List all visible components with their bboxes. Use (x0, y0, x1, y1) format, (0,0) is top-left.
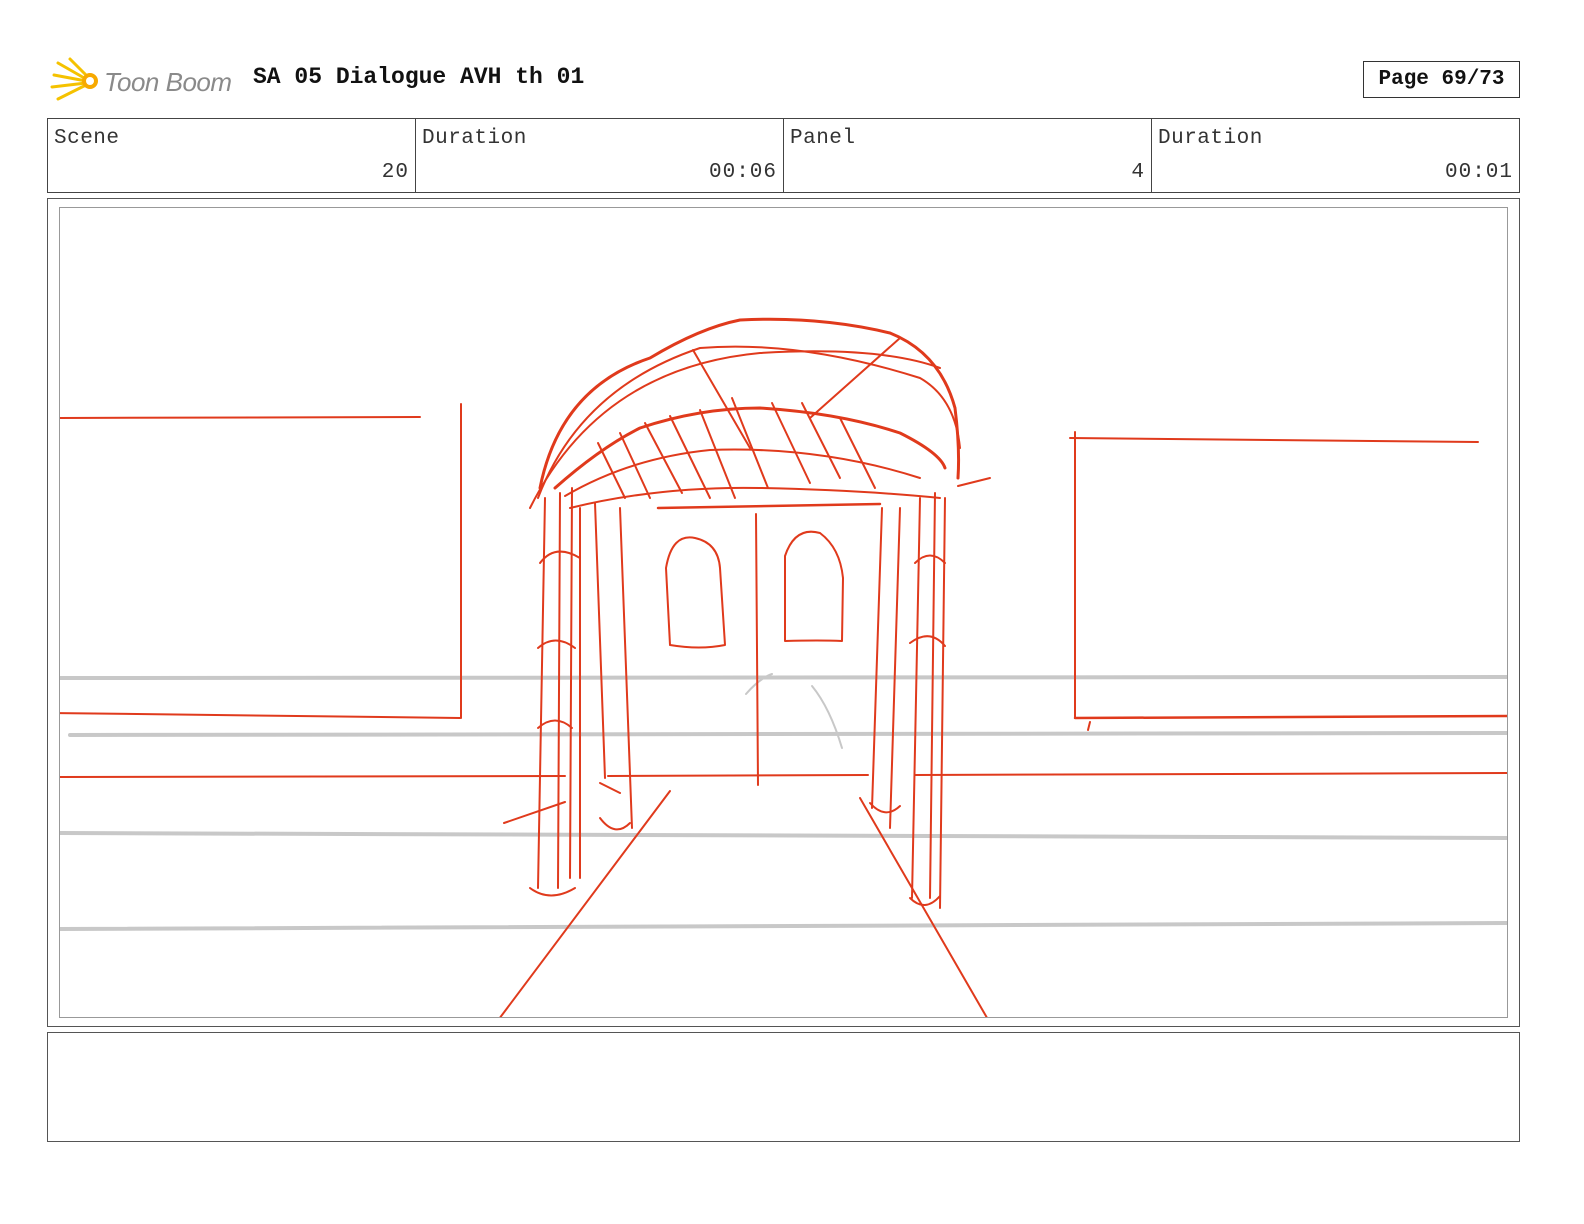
page-indicator: Page 69/73 (1363, 61, 1520, 98)
panel-safe-area (59, 207, 1508, 1018)
scene-duration-value: 00:06 (708, 161, 777, 184)
document-title: SA 05 Dialogue AVH th 01 (253, 64, 585, 90)
toon-boom-starburst-icon (50, 57, 98, 101)
scene-label: Scene (54, 127, 120, 150)
scene-duration-cell: Duration 00:06 (416, 119, 784, 192)
panel-duration-value: 00:01 (1444, 161, 1513, 184)
perspective-guides (60, 673, 1507, 931)
logo-text: Toon Boom (104, 66, 232, 97)
panel-duration-cell: Duration 00:01 (1152, 119, 1519, 192)
archway-sketch (60, 317, 1507, 1017)
panel-value: 4 (1131, 161, 1145, 184)
toon-boom-logo: Toon Boom (50, 54, 240, 108)
scene-cell: Scene 20 (48, 119, 416, 192)
storyboard-sketch (60, 317, 1507, 1017)
panel-duration-label: Duration (1158, 127, 1263, 150)
panel-notes-box (47, 1032, 1520, 1142)
panel-label: Panel (790, 127, 856, 150)
scene-duration-label: Duration (422, 127, 527, 150)
panel-frame (47, 198, 1520, 1027)
scene-value: 20 (381, 161, 409, 184)
scene-info-row: Scene 20 Duration 00:06 Panel 4 Duration… (47, 118, 1520, 193)
panel-cell: Panel 4 (784, 119, 1152, 192)
